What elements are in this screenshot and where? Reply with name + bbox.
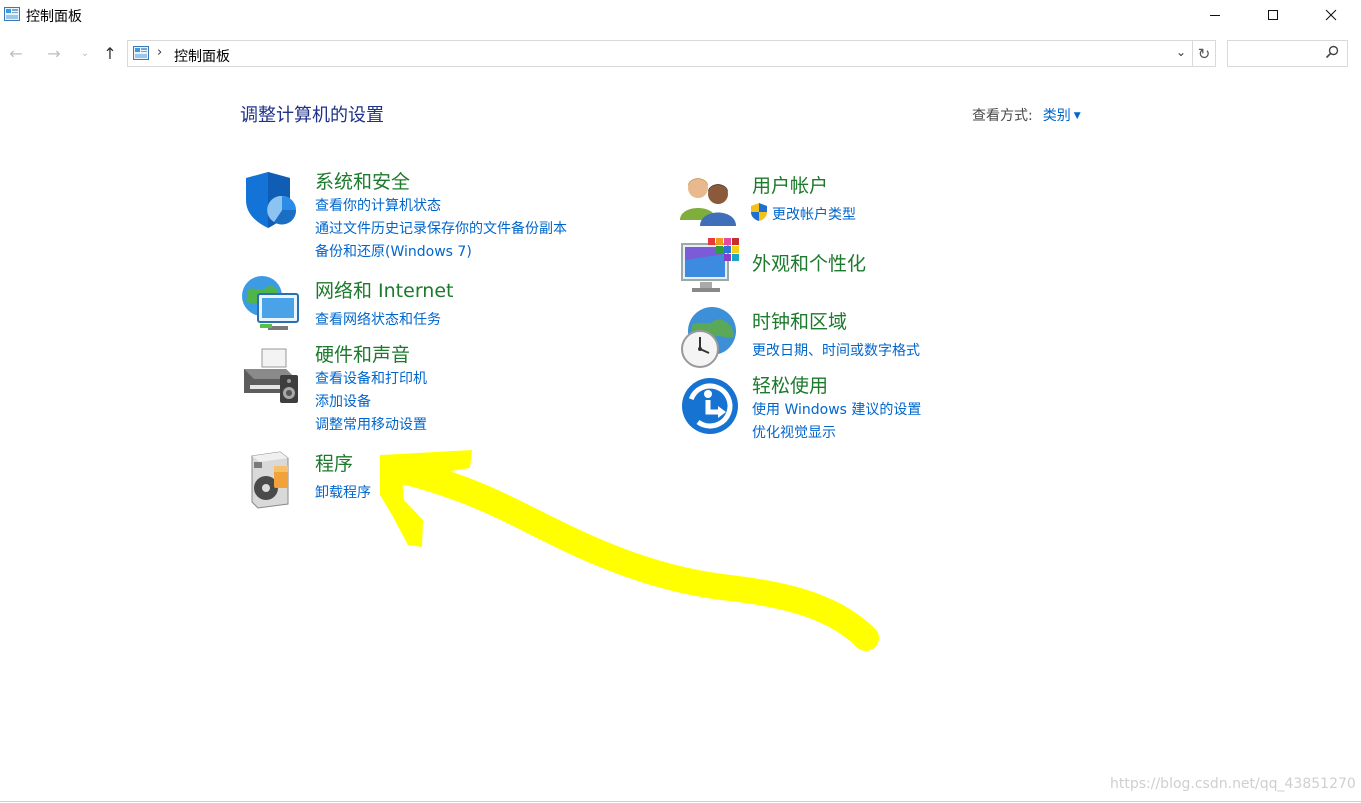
view-by-label: 查看方式: <box>972 108 1033 124</box>
minimize-icon <box>1210 15 1220 16</box>
link-add-device[interactable]: 添加设备 <box>315 391 371 411</box>
clock-globe-icon[interactable] <box>678 305 742 369</box>
link-optimize-visual-display[interactable]: 优化视觉显示 <box>752 422 836 442</box>
title-bar: 控制面板 <box>0 0 1361 30</box>
search-input[interactable] <box>1227 40 1348 67</box>
link-file-history-backup[interactable]: 通过文件历史记录保存你的文件备份副本 <box>315 218 567 238</box>
up-arrow-icon: ↑ <box>103 43 117 63</box>
ease-of-access-icon[interactable] <box>678 374 742 438</box>
link-backup-restore[interactable]: 备份和还原(Windows 7) <box>315 241 472 261</box>
programs-disc-icon[interactable] <box>240 448 304 512</box>
refresh-button[interactable]: ↻ <box>1193 40 1216 67</box>
back-arrow-icon: ← <box>9 43 23 63</box>
link-windows-recommended-settings[interactable]: 使用 Windows 建议的设置 <box>752 399 921 419</box>
watermark: https://blog.csdn.net/qq_43851270 <box>1110 776 1356 792</box>
maximize-button[interactable] <box>1244 0 1302 30</box>
forward-arrow-icon: → <box>47 43 61 63</box>
caret-down-icon[interactable]: ▼ <box>1074 111 1081 121</box>
link-uninstall-program[interactable]: 卸载程序 <box>315 482 371 502</box>
category-user-accounts[interactable]: 用户帐户 <box>752 171 828 198</box>
refresh-icon: ↻ <box>1197 44 1211 63</box>
address-bar[interactable]: › 控制面板 ⌄ <box>127 40 1193 67</box>
minimize-button[interactable] <box>1186 0 1244 30</box>
users-icon[interactable] <box>678 168 742 232</box>
breadcrumb[interactable]: 控制面板 <box>174 46 230 66</box>
monitor-palette-icon[interactable] <box>678 236 742 300</box>
network-globe-icon[interactable] <box>240 272 304 336</box>
view-by-dropdown[interactable]: 类别 <box>1043 108 1071 124</box>
page-title: 调整计算机的设置 <box>240 105 384 126</box>
category-clock-region[interactable]: 时钟和区域 <box>752 307 847 334</box>
link-devices-printers[interactable]: 查看设备和打印机 <box>315 368 427 388</box>
link-change-account-type[interactable]: 更改帐户类型 <box>772 204 856 224</box>
shield-icon[interactable] <box>240 168 304 232</box>
close-button[interactable] <box>1302 0 1360 30</box>
view-by: 查看方式: 类别 ▼ <box>972 105 1081 125</box>
category-ease-of-access[interactable]: 轻松使用 <box>752 371 828 398</box>
bottom-divider <box>0 801 1361 802</box>
recent-locations-button[interactable]: ⌄ <box>74 42 96 64</box>
search-icon <box>1325 45 1339 59</box>
uac-shield-icon <box>751 203 767 221</box>
back-button[interactable]: ← <box>5 42 27 64</box>
navigation-bar: ← → ⌄ ↑ › 控制面板 ⌄ ↻ <box>0 38 1361 70</box>
maximize-icon <box>1268 10 1278 20</box>
breadcrumb-chevron-icon[interactable]: › <box>157 45 162 60</box>
forward-button[interactable]: → <box>43 42 65 64</box>
category-system-security[interactable]: 系统和安全 <box>315 167 410 194</box>
chevron-down-icon: ⌄ <box>80 47 90 59</box>
link-mobility-settings[interactable]: 调整常用移动设置 <box>315 414 427 434</box>
category-hardware-sound[interactable]: 硬件和声音 <box>315 340 410 367</box>
link-view-computer-status[interactable]: 查看你的计算机状态 <box>315 195 441 215</box>
link-change-date-time-format[interactable]: 更改日期、时间或数字格式 <box>752 340 920 360</box>
control-panel-icon <box>133 46 149 60</box>
printer-icon[interactable] <box>240 345 304 409</box>
link-network-status[interactable]: 查看网络状态和任务 <box>315 309 441 329</box>
category-programs[interactable]: 程序 <box>315 449 353 476</box>
window-title: 控制面板 <box>26 9 82 25</box>
category-appearance-personalization[interactable]: 外观和个性化 <box>752 249 866 276</box>
up-button[interactable]: ↑ <box>99 42 121 64</box>
category-network-internet[interactable]: 网络和 Internet <box>315 276 453 303</box>
close-icon <box>1325 9 1337 21</box>
control-panel-icon <box>4 7 20 21</box>
address-dropdown-icon[interactable]: ⌄ <box>1176 45 1186 59</box>
